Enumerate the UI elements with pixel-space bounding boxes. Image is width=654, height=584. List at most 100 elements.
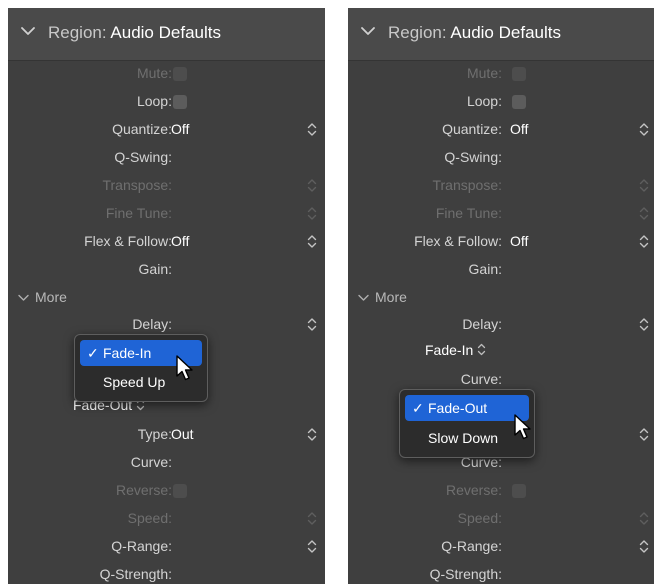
mute-row: Mute: [8, 59, 325, 87]
region-header[interactable]: Region: Audio Defaults [8, 8, 325, 61]
speed-label: Speed: [127, 510, 172, 526]
type-label: Type: [137, 426, 172, 442]
gain-row: Gain: [8, 255, 325, 283]
speed-label: Speed: [457, 510, 502, 526]
menu-item-label: Speed Up [103, 374, 166, 390]
qstrength-row: Q-Strength: [348, 560, 654, 584]
gain-row: Gain: [348, 255, 654, 283]
type-value[interactable]: Out [171, 426, 194, 442]
finetune-row: Fine Tune: [8, 199, 325, 227]
stepper-icon[interactable] [639, 234, 649, 249]
flex-follow-value[interactable]: Off [510, 233, 528, 249]
mute-checkbox[interactable] [173, 67, 187, 81]
transpose-label: Transpose: [102, 177, 172, 193]
qrange-row: Q-Range: [8, 532, 325, 560]
delay-row: Delay: [348, 310, 654, 338]
stepper-icon [639, 512, 649, 525]
inspector-panel-left: Region: Audio Defaults Mute: Loop: Quant… [8, 8, 325, 584]
finetune-label: Fine Tune: [435, 205, 502, 221]
loop-checkbox[interactable] [512, 95, 526, 109]
stepper-icon[interactable] [639, 317, 649, 332]
more-label: More [35, 289, 67, 305]
stepper-icon[interactable] [307, 122, 317, 137]
qswing-row: Q-Swing: [8, 143, 325, 171]
transpose-label: Transpose: [432, 177, 502, 193]
gain-label: Gain: [468, 261, 502, 277]
curve-label: Curve: [130, 454, 172, 470]
more-disclosure[interactable]: More [358, 289, 407, 305]
loop-checkbox[interactable] [173, 95, 187, 109]
region-prefix: Region: [388, 23, 447, 42]
flex-follow-label: Flex & Follow: [414, 233, 502, 249]
loop-label: Loop: [466, 93, 502, 109]
reverse-checkbox[interactable] [173, 484, 187, 498]
transpose-row: Transpose: [348, 171, 654, 199]
region-title: Region: Audio Defaults [48, 23, 221, 43]
menu-item-slow-down[interactable]: Slow Down [405, 425, 529, 451]
fade-in-popup[interactable]: Fade-In [425, 342, 486, 358]
finetune-row: Fine Tune: [348, 199, 654, 227]
stepper-icon [307, 207, 317, 220]
stepper-icon[interactable] [639, 122, 649, 137]
quantize-row[interactable]: Quantize: Off [8, 115, 325, 143]
region-title: Region: Audio Defaults [388, 23, 561, 43]
reverse-row: Reverse: [8, 476, 325, 504]
reverse-label: Reverse: [445, 482, 502, 498]
stepper-icon [307, 179, 317, 192]
qswing-label: Q-Swing: [114, 149, 172, 165]
stepper-icon [307, 512, 317, 525]
inspector-panel-right: Region: Audio Defaults Mute: Loop: Quant… [348, 8, 654, 584]
menu-item-fade-out[interactable]: ✓ Fade-Out [405, 395, 529, 421]
quantize-value[interactable]: Off [510, 121, 528, 137]
reverse-row: Reverse: [348, 476, 654, 504]
region-name: Audio Defaults [450, 23, 561, 42]
qrange-label: Q-Range: [111, 538, 172, 554]
flex-follow-value[interactable]: Off [171, 233, 189, 249]
stepper-icon[interactable] [639, 427, 649, 442]
region-name: Audio Defaults [110, 23, 221, 42]
chevron-down-icon [361, 27, 375, 35]
menu-item-label: Slow Down [428, 430, 499, 446]
chevron-down-icon [358, 294, 369, 301]
mouse-pointer-icon [176, 355, 193, 381]
mute-checkbox[interactable] [512, 67, 526, 81]
flex-follow-row[interactable]: Flex & Follow: Off [8, 227, 325, 255]
region-prefix: Region: [48, 23, 107, 42]
region-header[interactable]: Region: Audio Defaults [348, 8, 654, 61]
qswing-row: Q-Swing: [348, 143, 654, 171]
transpose-row: Transpose: [8, 171, 325, 199]
type-row[interactable]: Type: Out [8, 420, 325, 448]
stepper-icon [639, 207, 649, 220]
menu-item-label: Fade-Out [428, 400, 488, 416]
flex-follow-row[interactable]: Flex & Follow: Off [348, 227, 654, 255]
stepper-icon[interactable] [307, 317, 317, 332]
reverse-checkbox[interactable] [512, 484, 526, 498]
quantize-label: Quantize: [112, 121, 172, 137]
gain-label: Gain: [138, 261, 172, 277]
qrange-row: Q-Range: [348, 532, 654, 560]
delay-label: Delay: [132, 316, 172, 332]
more-disclosure[interactable]: More [18, 289, 67, 305]
curve-label: Curve: [460, 371, 502, 387]
qstrength-label: Q-Strength: [429, 566, 502, 582]
chevron-down-icon [21, 27, 35, 35]
curve-row: Curve: [8, 448, 325, 476]
mouse-pointer-icon [514, 414, 531, 440]
speed-row: Speed: [348, 504, 654, 532]
checkmark-icon: ✓ [87, 345, 99, 361]
stepper-icon [478, 343, 486, 356]
stepper-icon[interactable] [307, 427, 317, 442]
quantize-row[interactable]: Quantize: Off [348, 115, 654, 143]
reverse-label: Reverse: [115, 482, 172, 498]
speed-row: Speed: [8, 504, 325, 532]
quantize-value[interactable]: Off [171, 121, 189, 137]
menu-item-label: Fade-In [103, 345, 152, 361]
loop-row: Loop: [8, 87, 325, 115]
loop-row: Loop: [348, 87, 654, 115]
loop-label: Loop: [136, 93, 172, 109]
stepper-icon[interactable] [639, 539, 649, 554]
more-label: More [375, 289, 407, 305]
stepper-icon[interactable] [307, 234, 317, 249]
stepper-icon[interactable] [307, 539, 317, 554]
qstrength-label: Q-Strength: [99, 566, 172, 582]
